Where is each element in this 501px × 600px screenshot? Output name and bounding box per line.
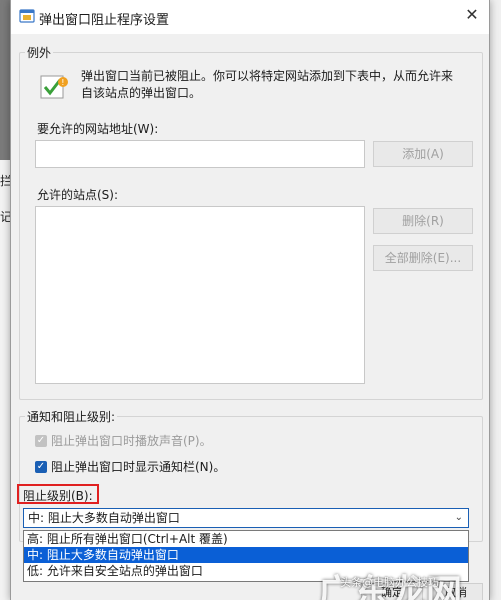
play-sound-label: 阻止弹出窗口时播放声音(P)。 — [51, 434, 212, 448]
website-address-label: 要允许的网站地址(W): — [37, 122, 159, 136]
remove-button[interactable]: 删除(R) — [373, 208, 473, 234]
window-title: 弹出窗口阻止程序设置 — [39, 13, 170, 28]
chevron-down-icon: ⌄ — [454, 512, 463, 523]
notifications-group-label: 通知和阻止级别: — [25, 408, 118, 425]
popup-blocker-dialog: 弹出窗口阻止程序设置 ✕ 例外 ! 弹出窗口当前已被阻止。你可以将特定网站添加到… — [10, 0, 490, 600]
play-sound-checkbox[interactable]: ✓ — [35, 434, 47, 447]
allowed-sites-list[interactable] — [35, 206, 365, 384]
exceptions-description: 弹出窗口当前已被阻止。你可以将特定网站添加到下表中，从而允许来自该站点的弹出窗口… — [81, 69, 454, 100]
play-sound-checkbox-row[interactable]: ✓ 阻止弹出窗口时播放声音(P)。 — [35, 432, 212, 449]
show-bar-label: 阻止弹出窗口时显示通知栏(N)。 — [51, 460, 226, 474]
exceptions-group-label: 例外 — [25, 44, 54, 61]
block-level-label: 阻止级别(B): — [23, 489, 93, 503]
svg-text:!: ! — [61, 78, 64, 87]
block-level-selected-value: 中: 阻止大多数自动弹出窗口 — [28, 511, 180, 525]
add-button[interactable]: 添加(A) — [373, 141, 473, 167]
close-button[interactable]: ✕ — [455, 0, 489, 30]
close-icon: ✕ — [465, 5, 479, 24]
check-warning-icon: ! — [40, 75, 68, 99]
block-level-option-medium[interactable]: 中: 阻止大多数自动弹出窗口 — [24, 547, 468, 563]
background-left-panel — [0, 160, 10, 600]
settings-window-icon — [19, 9, 35, 23]
title-bar: 弹出窗口阻止程序设置 ✕ — [11, 0, 489, 34]
show-bar-checkbox-row[interactable]: ✓ 阻止弹出窗口时显示通知栏(N)。 — [35, 458, 225, 475]
remove-all-button[interactable]: 全部删除(E)... — [373, 245, 473, 271]
allowed-sites-label: 允许的站点(S): — [37, 188, 119, 202]
block-level-select[interactable]: 中: 阻止大多数自动弹出窗口 ⌄ — [23, 508, 469, 528]
website-address-input[interactable] — [35, 140, 365, 168]
show-bar-checkbox[interactable]: ✓ — [35, 460, 47, 473]
watermark-sub: 头条@电脑办公技巧 — [340, 576, 439, 589]
block-level-option-high[interactable]: 高: 阻止所有弹出窗口(Ctrl+Alt 覆盖) — [24, 531, 468, 547]
